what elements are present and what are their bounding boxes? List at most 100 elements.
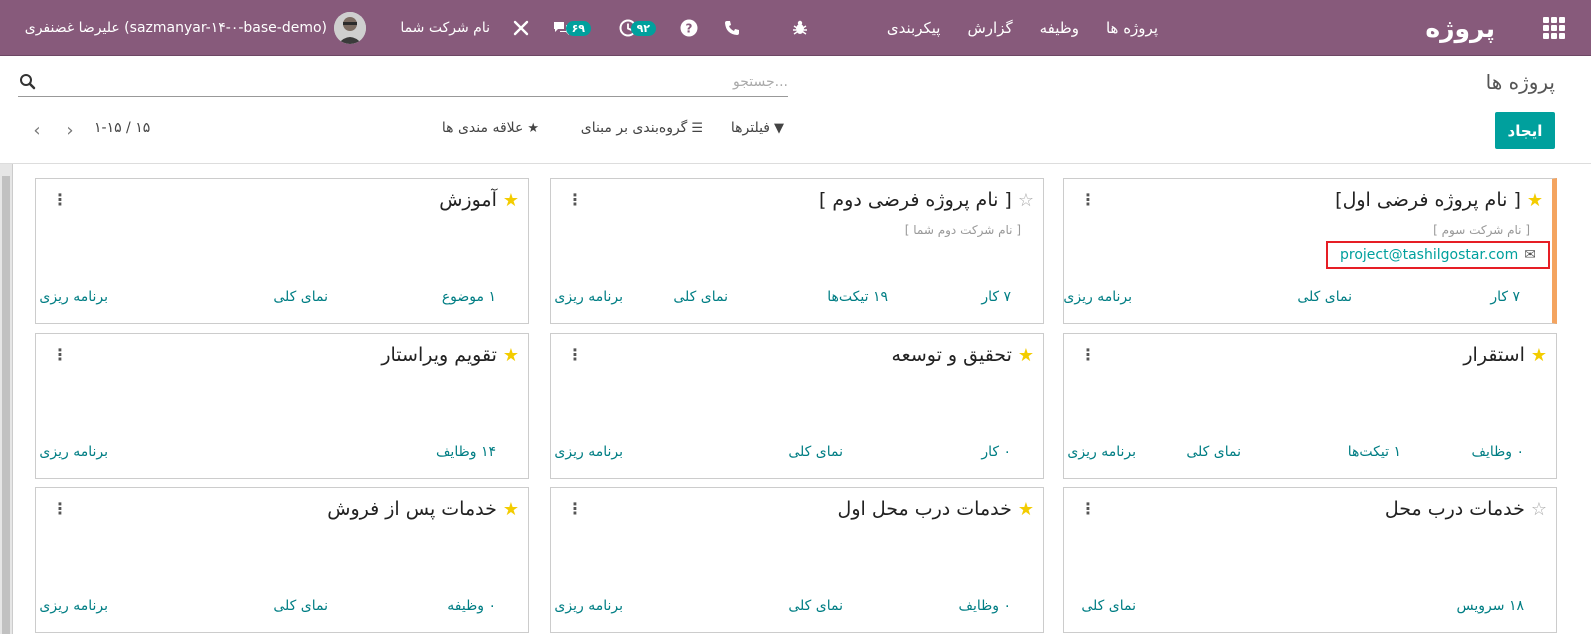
menu-item-configuration[interactable]: پیکربندی <box>887 19 941 37</box>
card-link[interactable]: نمای کلی <box>788 444 843 460</box>
card-footer: ۰ وظیفه نمای کلی برنامه ریزی <box>36 598 528 618</box>
card-menu-icon[interactable]: ⋮ <box>1080 499 1096 518</box>
menu-item-tasks[interactable]: وظیفه <box>1040 19 1079 37</box>
chevron-right-icon: › <box>66 119 74 141</box>
card-link[interactable]: برنامه ریزی <box>554 444 623 460</box>
card-link[interactable]: برنامه ریزی <box>554 598 623 614</box>
project-card[interactable]: ★ استقرار ⋮ ۰ وظایف ۱ تیکت‌ها نمای کلی برنامه … <box>1063 333 1557 479</box>
card-menu-icon[interactable]: ⋮ <box>52 190 68 209</box>
email-address: project@tashilgostar.com <box>1340 247 1519 263</box>
card-link[interactable]: برنامه ریزی <box>39 289 108 305</box>
card-link[interactable]: نمای کلی <box>788 598 843 614</box>
card-menu-icon[interactable]: ⋮ <box>52 345 68 364</box>
chevron-left-icon: ‹ <box>33 119 41 141</box>
card-footer: ۷ کار نمای کلی برنامه ریزی <box>1063 289 1552 309</box>
user-avatar[interactable] <box>334 12 366 44</box>
card-link[interactable]: ۰ وظایف <box>958 598 1011 614</box>
search-icon[interactable] <box>18 72 38 92</box>
main-menu: پروژه ها وظیفه گزارش پیکربندی <box>887 0 1158 56</box>
card-link[interactable]: نمای کلی <box>1081 598 1136 614</box>
card-link[interactable]: ۷ کار <box>1490 289 1520 305</box>
card-link[interactable]: ۰ وظیفه <box>447 598 496 614</box>
card-menu-icon[interactable]: ⋮ <box>1080 345 1096 364</box>
card-link[interactable]: ۰ کار <box>981 444 1011 460</box>
pager-value[interactable]: ۱-۱۵ / ۱۵ <box>94 120 150 136</box>
project-card[interactable]: ★ آموزش ⋮ ۱ موضوع نمای کلی برنامه ریزی <box>35 178 529 324</box>
activity-menu[interactable]: ۹۲ <box>619 0 656 56</box>
company-switcher[interactable]: نام شرکت شما <box>400 0 490 56</box>
discuss-menu[interactable]: ۶۹ <box>552 0 591 56</box>
card-title: آموزش <box>439 189 497 211</box>
card-link[interactable]: برنامه ریزی <box>1063 289 1132 305</box>
favorites-dropdown[interactable]: ★ علاقه مندی ها <box>442 120 539 136</box>
project-card[interactable]: ★ خدمات درب محل اول ⋮ ۰ وظایف نمای کلی برنامه… <box>550 487 1044 633</box>
bug-icon[interactable] <box>791 0 809 56</box>
card-link[interactable]: ۱ موضوع <box>442 289 496 305</box>
card-link[interactable]: ۱۹ تیکت‌ها <box>827 289 888 305</box>
card-link[interactable]: نمای کلی <box>1297 289 1352 305</box>
search-bar <box>18 70 788 97</box>
card-link[interactable]: برنامه ریزی <box>39 598 108 614</box>
project-card[interactable]: ★ [ نام پروژه فرضی اول] [ نام شرکت سوم ] ✉ p… <box>1063 178 1557 324</box>
pager-previous-button[interactable]: ‹ <box>24 117 50 143</box>
card-header: ★ آموزش <box>439 189 519 211</box>
card-menu-icon[interactable]: ⋮ <box>567 190 583 209</box>
favorite-star-icon[interactable]: ★ <box>1527 190 1543 211</box>
card-link[interactable]: ۷ کار <box>981 289 1011 305</box>
chat-count-badge: ۶۹ <box>565 20 591 36</box>
scrollbar[interactable] <box>0 164 13 634</box>
favorite-star-icon[interactable]: ★ <box>1018 499 1034 520</box>
favorite-star-icon[interactable]: ★ <box>503 190 519 211</box>
card-email-alias[interactable]: ✉ project@tashilgostar.com <box>1326 241 1550 269</box>
card-header: ★ خدمات پس از فروش <box>327 498 519 520</box>
card-link[interactable]: نمای کلی <box>673 289 728 305</box>
card-link[interactable]: برنامه ریزی <box>39 444 108 460</box>
project-card[interactable]: ☆ [ نام پروژه فرضی دوم ] [ نام شرکت دوم شم… <box>550 178 1044 324</box>
project-card[interactable]: ☆ خدمات درب محل ⋮ ۱۸ سرویس نمای کلی <box>1063 487 1557 633</box>
phone-icon[interactable] <box>724 0 740 56</box>
card-link[interactable]: ۰ وظایف <box>1471 444 1524 460</box>
card-footer: ۱۸ سرویس نمای کلی <box>1064 598 1556 618</box>
card-link[interactable]: نمای کلی <box>1186 444 1241 460</box>
card-title: خدمات پس از فروش <box>327 498 497 520</box>
menu-item-projects[interactable]: پروژه ها <box>1106 19 1158 37</box>
favorite-star-icon[interactable]: ☆ <box>1531 499 1547 520</box>
favorite-star-icon[interactable]: ★ <box>503 499 519 520</box>
card-link[interactable]: ۱ تیکت‌ها <box>1348 444 1401 460</box>
card-menu-icon[interactable]: ⋮ <box>1080 190 1096 209</box>
favorite-star-icon[interactable]: ★ <box>503 345 519 366</box>
project-card[interactable]: ★ تحقیق و توسعه ⋮ ۰ کار نمای کلی برنامه ریزی <box>550 333 1044 479</box>
favorite-star-icon[interactable]: ★ <box>1018 345 1034 366</box>
filters-label: فیلترها <box>730 120 770 136</box>
project-card[interactable]: ★ تقویم ویراستار ⋮ ۱۴ وظایف برنامه ریزی <box>35 333 529 479</box>
card-link[interactable]: برنامه ریزی <box>1067 444 1136 460</box>
card-link[interactable]: ۱۴ وظایف <box>436 444 496 460</box>
card-link[interactable]: ۱۸ سرویس <box>1457 598 1524 614</box>
card-footer: ۱۴ وظایف برنامه ریزی <box>36 444 528 464</box>
card-link[interactable]: نمای کلی <box>273 289 328 305</box>
create-button[interactable]: ایجاد <box>1495 112 1555 149</box>
card-title: [ نام پروژه فرضی دوم ] <box>818 189 1012 211</box>
card-link[interactable]: برنامه ریزی <box>554 289 623 305</box>
card-title: خدمات درب محل <box>1384 498 1525 520</box>
app-brand[interactable]: پروژه <box>1425 0 1495 56</box>
help-icon[interactable]: ? <box>680 0 698 56</box>
groupby-dropdown[interactable]: ☰ گروه‌بندی بر مبنای <box>581 120 703 136</box>
envelope-icon: ✉ <box>1524 247 1536 263</box>
search-input[interactable] <box>42 70 788 94</box>
menu-item-reporting[interactable]: گزارش <box>967 19 1012 37</box>
favorite-star-icon[interactable]: ☆ <box>1018 190 1034 211</box>
card-menu-icon[interactable]: ⋮ <box>52 499 68 518</box>
project-card[interactable]: ★ خدمات پس از فروش ⋮ ۰ وظیفه نمای کلی برنامه … <box>35 487 529 633</box>
card-menu-icon[interactable]: ⋮ <box>567 499 583 518</box>
card-menu-icon[interactable]: ⋮ <box>567 345 583 364</box>
groupby-label: گروه‌بندی بر مبنای <box>580 120 688 136</box>
tools-icon[interactable] <box>512 0 530 56</box>
filters-dropdown[interactable]: ▼ فیلترها <box>731 120 784 136</box>
pager-next-button[interactable]: › <box>57 117 83 143</box>
card-link[interactable]: نمای کلی <box>273 598 328 614</box>
user-menu[interactable]: علیرضا غضنفری (sazmanyar-۱۴-۰-base-demo) <box>25 0 327 56</box>
favorite-star-icon[interactable]: ★ <box>1531 345 1547 366</box>
card-title: استقرار <box>1463 344 1525 366</box>
apps-menu-icon[interactable] <box>1543 0 1567 56</box>
